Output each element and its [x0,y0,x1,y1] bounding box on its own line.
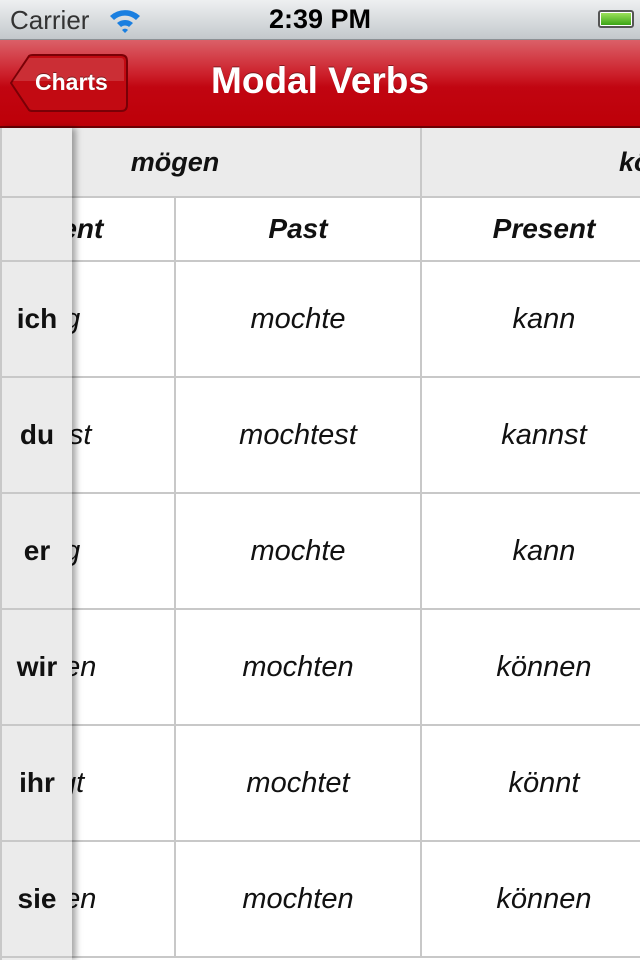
table-cell: können [422,610,640,724]
pronoun-cell: ihr [2,726,72,842]
table-row: mögtmochtetkönnt [0,726,640,842]
navigation-bar: Charts Modal Verbs [0,40,640,128]
table-row: magmochtekann [0,494,640,610]
pronoun-cell: er [2,494,72,610]
conjugation-table[interactable]: mögen können Present Past Present magmoc… [0,128,640,960]
table-cell: können [422,842,640,956]
tense-header: Present [422,198,640,260]
table-cell: mochten [176,610,422,724]
tense-header: Past [176,198,422,260]
table-row: magmochtekann [0,262,640,378]
table-cell: mochtet [176,726,422,840]
pronoun-cell: sie [2,842,72,958]
corner-cell [2,198,72,262]
table-row: magstmochtestkannst [0,378,640,494]
table-cell: kann [422,262,640,376]
verb-header-row: mögen können [0,128,640,198]
table-row: mögenmochtenkönnen [0,610,640,726]
pronoun-column: ich du er wir ihr sie [0,128,72,960]
table-cell: mochte [176,494,422,608]
tense-header-row: Present Past Present [0,198,640,262]
pronoun-cell: du [2,378,72,494]
corner-cell [2,128,72,198]
verb-header: können [422,128,640,196]
table-cell: mochte [176,262,422,376]
table-cell: kannst [422,378,640,492]
table-cell: mochtest [176,378,422,492]
clock: 2:39 PM [268,4,372,34]
table-cell: könnt [422,726,640,840]
table-cell: mochten [176,842,422,956]
table-row: mögenmochtenkönnen [0,842,640,958]
page-title: Modal Verbs [211,60,429,101]
status-bar: Carrier 2:39 PM [0,0,640,40]
pronoun-cell: ich [2,262,72,378]
table-cell: kann [422,494,640,608]
battery-icon [598,10,634,28]
pronoun-cell: wir [2,610,72,726]
